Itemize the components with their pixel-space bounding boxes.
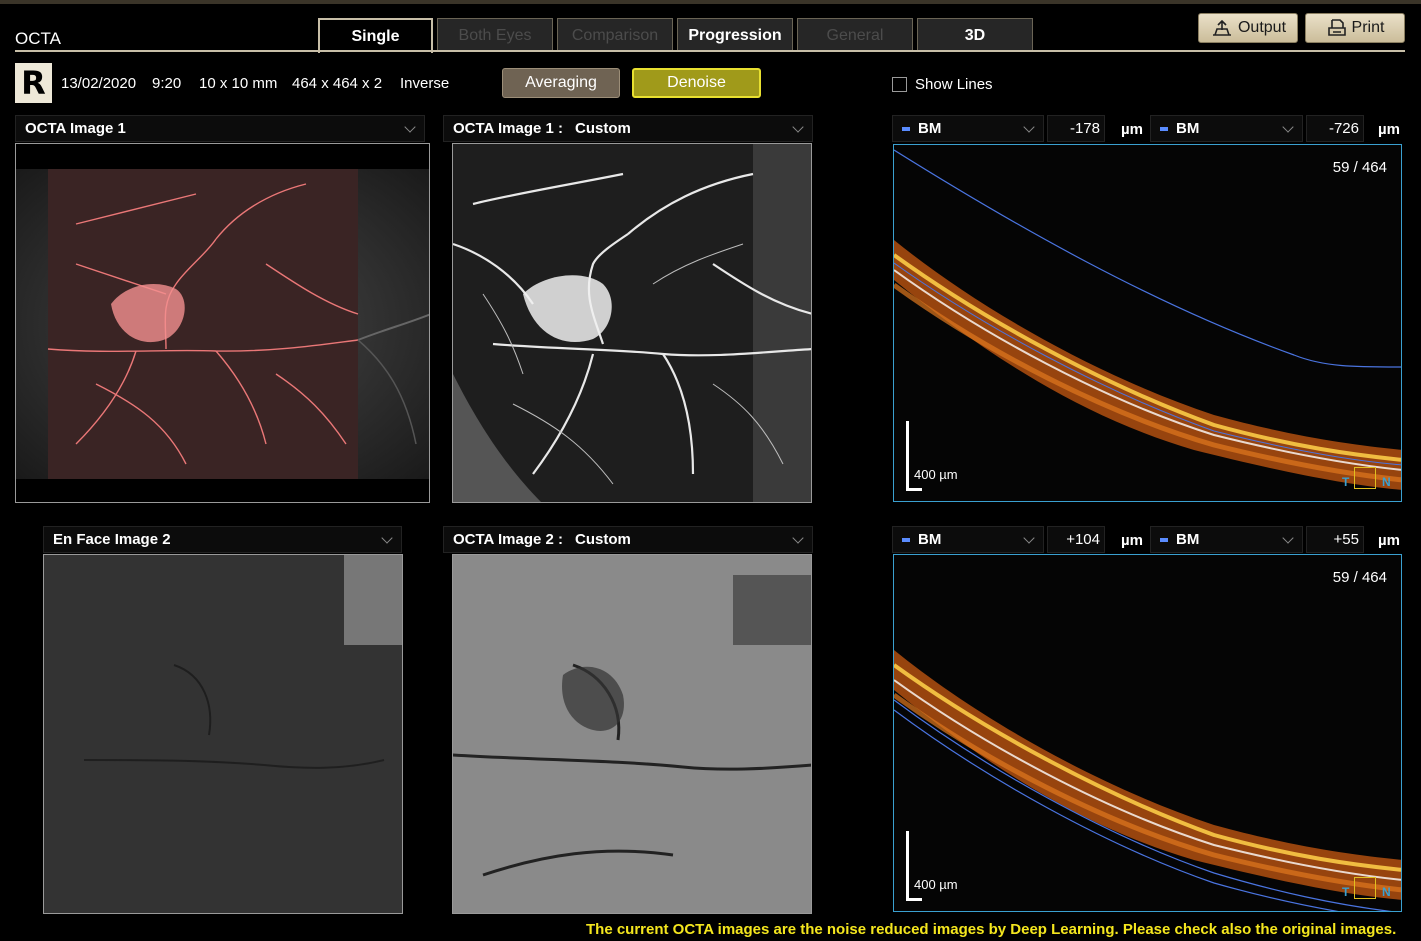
octa1-preset: Custom [575,120,631,137]
bscan1-upper-layer-select[interactable]: BM [892,115,1044,142]
octa2-preset: Custom [575,531,631,548]
output-label: Output [1237,19,1287,36]
bscan2-upper-layer-select[interactable]: BM [892,526,1044,553]
scale-bar [906,831,909,901]
enface2-select-label: En Face Image 2 [53,531,171,548]
chevron-down-icon [792,532,804,544]
bscan1-upper-layer: BM [918,120,942,137]
chevron-down-icon [1023,532,1035,544]
orientation-icon [1354,877,1376,899]
show-lines-checkbox[interactable] [892,77,907,92]
octa1-image-select[interactable]: OCTA Image 1 [15,115,425,142]
tab-comparison: Comparison [557,18,673,52]
chevron-down-icon [404,121,416,133]
octa2-image[interactable] [452,554,812,914]
bscan2-lower-layer: BM [1176,531,1200,548]
scan-date: 13/02/2020 [61,75,137,92]
layer-color-indicator [1160,537,1168,542]
bscan2-lower-unit: µm [1378,532,1400,549]
bscan2-image[interactable]: 59 / 464 400 µm T N [893,554,1402,912]
export-icon [1212,19,1231,36]
tab-progression[interactable]: Progression [677,18,793,52]
scale-bar [906,421,909,491]
octa1-image[interactable] [452,143,812,503]
output-button[interactable]: Output [1198,13,1298,43]
bscan2-lower-offset-input[interactable]: +55 [1306,526,1364,553]
printer-icon [1327,19,1346,36]
orientation-n: N [1382,885,1391,899]
bscan2-frame-number: 59 / 464 [1332,569,1387,586]
bscan1-frame-number: 59 / 464 [1332,159,1387,176]
scan-size: 10 x 10 mm [199,75,278,92]
octa2-preset-select[interactable]: OCTA Image 2 : Custom [443,526,813,553]
octa2-label: OCTA Image 2 : [453,531,564,548]
eye-indicator: R [15,63,52,103]
bscan1-upper-unit: µm [1121,121,1143,138]
chevron-down-icon [1023,121,1035,133]
enface2-image[interactable] [43,554,403,914]
show-lines-label: Show Lines [915,76,993,93]
octa1-preset-select[interactable]: OCTA Image 1 : Custom [443,115,813,142]
chevron-down-icon [1282,532,1294,544]
bscan2-upper-unit: µm [1121,532,1143,549]
deep-learning-notice: The current OCTA images are the noise re… [586,921,1397,938]
bscan1-scale-label: 400 µm [914,467,958,482]
bscan2-upper-offset-input[interactable]: +104 [1047,526,1105,553]
print-button[interactable]: Print [1305,13,1405,43]
scale-bar-base [906,898,922,901]
tab-both-eyes: Both Eyes [437,18,553,52]
chevron-down-icon [381,532,393,544]
scan-resolution: 464 x 464 x 2 [292,75,383,92]
orientation-n: N [1382,475,1391,489]
layer-color-indicator [902,126,910,131]
bscan1-lower-offset-input[interactable]: -726 [1306,115,1364,142]
orientation-icon [1354,467,1376,489]
tab-3d[interactable]: 3D [917,18,1033,52]
bscan1-image[interactable]: 59 / 464 400 µm T N [893,144,1402,502]
orientation-t: T [1342,885,1350,899]
bscan1-lower-unit: µm [1378,121,1400,138]
chevron-down-icon [1282,121,1294,133]
orientation-t: T [1342,475,1350,489]
bscan1-lower-layer: BM [1176,120,1200,137]
tab-divider [15,50,1405,52]
layer-color-indicator [902,537,910,542]
denoise-button[interactable]: Denoise [632,68,761,98]
octa1-overlay-image[interactable] [15,143,430,503]
layer-color-indicator [1160,126,1168,131]
octa1-label: OCTA Image 1 : [453,120,564,137]
octa1-select-label: OCTA Image 1 [25,120,126,137]
scan-time: 9:20 [152,75,182,92]
bscan2-scale-label: 400 µm [914,877,958,892]
tab-general: General [797,18,913,52]
print-label: Print [1351,19,1385,36]
bscan1-upper-offset-input[interactable]: -178 [1047,115,1105,142]
bscan2-upper-layer: BM [918,531,942,548]
enface2-image-select[interactable]: En Face Image 2 [43,526,402,553]
scale-bar-base [906,488,922,491]
scan-mode: Inverse [400,75,450,92]
tab-single[interactable]: Single [318,18,433,53]
top-strip [0,0,1421,4]
bscan2-lower-layer-select[interactable]: BM [1150,526,1303,553]
averaging-button[interactable]: Averaging [502,68,620,98]
bscan1-lower-layer-select[interactable]: BM [1150,115,1303,142]
chevron-down-icon [792,121,804,133]
app-title: OCTA [15,29,61,48]
